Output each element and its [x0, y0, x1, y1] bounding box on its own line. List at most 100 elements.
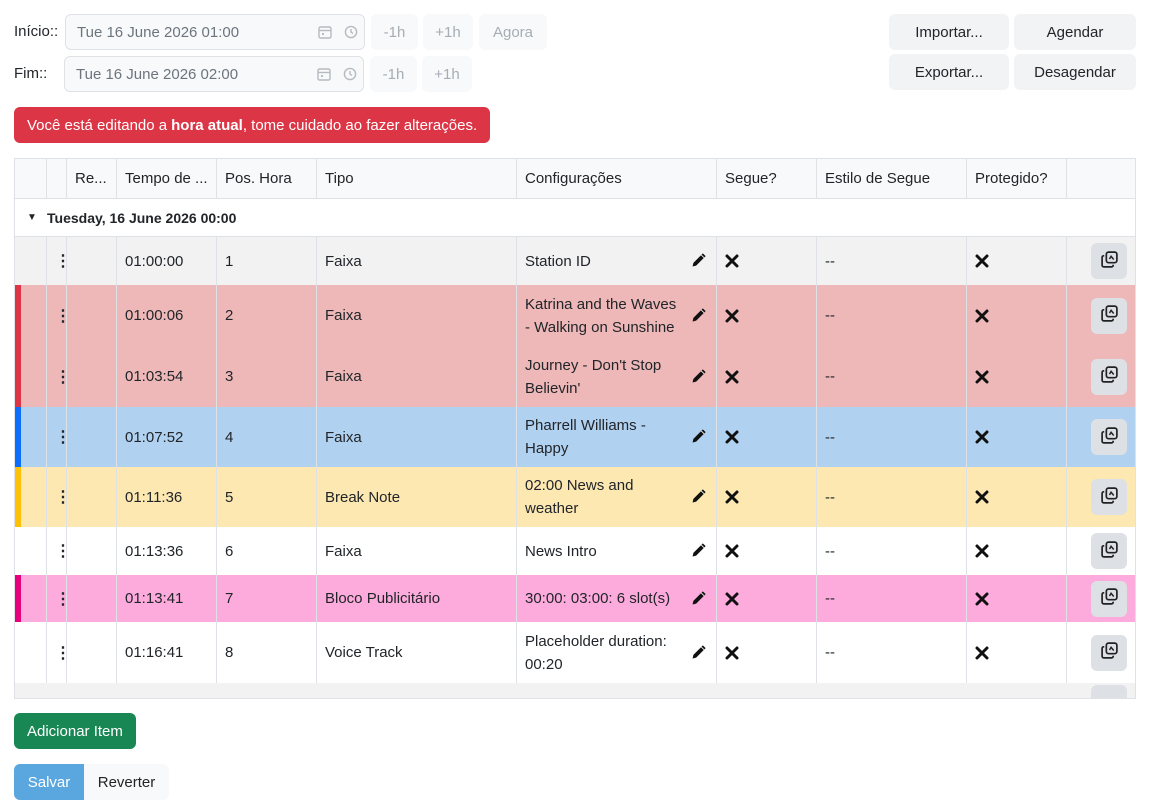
pos-cell-text: 2 [225, 307, 234, 324]
follow-style-cell: -- [817, 407, 967, 467]
row-select-cell[interactable] [15, 527, 47, 575]
row-select-cell[interactable] [15, 407, 47, 467]
pencil-icon[interactable] [690, 428, 708, 446]
header-configuracoes[interactable]: Configurações [517, 159, 717, 198]
protected-cell [967, 285, 1067, 346]
header-re[interactable]: Re... [67, 159, 117, 198]
start-minus-1h-button[interactable]: -1h [371, 14, 418, 50]
export-button[interactable]: Exportar... [889, 54, 1009, 90]
x-mark-icon [975, 370, 989, 384]
header-pos-hora[interactable]: Pos. Hora [217, 159, 317, 198]
pencil-icon[interactable] [690, 368, 708, 386]
table-row[interactable]: ⋮. 01:11:36 5 Break Note 02:00 News and weat… [15, 467, 1135, 527]
revert-button[interactable]: Reverter [84, 764, 169, 800]
drag-handle-cell[interactable]: ⋮. [47, 285, 67, 346]
time-cell-text: 01:16:41 [125, 644, 184, 661]
table-row[interactable]: ⋮. 01:07:52 4 Faixa Pharrell Williams - Happ… [15, 407, 1135, 467]
x-mark-icon [725, 544, 739, 558]
header-protegido[interactable]: Protegido? [967, 159, 1067, 198]
drag-handle-icon[interactable]: ⋮. [55, 306, 66, 326]
copy-button[interactable] [1091, 243, 1127, 279]
protected-cell [967, 467, 1067, 527]
calendar-icon[interactable] [312, 25, 338, 39]
drag-handle-icon[interactable]: ⋮. [55, 251, 66, 271]
follow-style-cell: -- [817, 346, 967, 407]
table-row[interactable] [15, 683, 1135, 698]
drag-handle-cell[interactable]: ⋮. [47, 575, 67, 622]
pos-cell-text: 5 [225, 488, 234, 506]
unschedule-button[interactable]: Desagendar [1014, 54, 1136, 90]
drag-handle-icon[interactable]: ⋮. [55, 427, 66, 447]
config-cell: Station ID [517, 237, 717, 285]
copy-button[interactable] [1091, 297, 1127, 334]
clock-icon[interactable] [337, 67, 363, 81]
table-row[interactable]: ⋮. 01:13:41 7 Bloco Publicitário 30:00: 03:0… [15, 575, 1135, 622]
pencil-icon[interactable] [690, 252, 708, 270]
type-cell-text: Faixa [325, 428, 362, 446]
copy-button[interactable] [1091, 419, 1127, 455]
end-plus-1h-button[interactable]: +1h [422, 56, 472, 92]
copy-button[interactable] [1091, 479, 1127, 515]
pencil-icon[interactable] [690, 644, 708, 662]
drag-handle-cell[interactable]: ⋮. [47, 407, 67, 467]
calendar-icon[interactable] [311, 67, 337, 81]
clock-icon[interactable] [338, 25, 364, 39]
config-cell: Katrina and the Waves - Walking on Sunsh… [517, 285, 717, 346]
copy-button[interactable] [1091, 358, 1127, 395]
time-cell: 01:13:41 [117, 575, 217, 622]
start-plus-1h-button[interactable]: +1h [423, 14, 473, 50]
start-datetime-input[interactable]: Tue 16 June 2026 01:00 [65, 14, 365, 50]
drag-handle-cell[interactable]: ⋮. [47, 467, 67, 527]
config-cell-text: News Intro [525, 542, 597, 560]
type-cell-text: Faixa [325, 307, 362, 324]
end-datetime-input[interactable]: Tue 16 June 2026 02:00 [64, 56, 364, 92]
drag-handle-cell[interactable]: ⋮. [47, 346, 67, 407]
copy-button[interactable] [1091, 580, 1127, 617]
pencil-icon[interactable] [690, 590, 708, 608]
pencil-icon[interactable] [690, 488, 708, 506]
schedule-button[interactable]: Agendar [1014, 14, 1136, 50]
copy-button[interactable] [1091, 634, 1127, 671]
copy-button[interactable] [1091, 685, 1127, 698]
table-row[interactable]: ⋮. 01:00:06 2 Faixa Katrina and the Waves - … [15, 285, 1135, 346]
import-button[interactable]: Importar... [889, 14, 1009, 50]
row-select-cell[interactable] [15, 285, 47, 346]
drag-handle-icon[interactable]: ⋮. [55, 541, 66, 561]
drag-handle-icon[interactable]: ⋮. [55, 643, 66, 663]
table-row[interactable]: ⋮. 01:03:54 3 Faixa Journey - Don't Stop Bel… [15, 346, 1135, 407]
pencil-icon[interactable] [690, 542, 708, 560]
now-button[interactable]: Agora [479, 14, 547, 50]
save-button[interactable]: Salvar [14, 764, 84, 800]
copy-icon [1100, 486, 1119, 509]
row-select-cell[interactable] [15, 575, 47, 622]
drag-handle-cell[interactable]: ⋮. [47, 237, 67, 285]
drag-handle-icon[interactable]: ⋮. [55, 589, 66, 609]
follow-cell [717, 527, 817, 575]
drag-handle-icon[interactable]: ⋮. [55, 367, 66, 387]
drag-handle-cell[interactable]: ⋮. [47, 622, 67, 683]
drag-handle-cell[interactable]: ⋮. [47, 527, 67, 575]
row-select-cell[interactable] [15, 467, 47, 527]
header-blank-2 [47, 159, 67, 198]
table-row[interactable]: ⋮. 01:00:00 1 Faixa Station ID -- [15, 237, 1135, 285]
row-select-cell[interactable] [15, 622, 47, 683]
header-estilo-segue[interactable]: Estilo de Segue [817, 159, 967, 198]
header-tempo[interactable]: Tempo de ... [117, 159, 217, 198]
group-header[interactable]: ▼ Tuesday, 16 June 2026 00:00 [15, 199, 1135, 237]
row-select-cell[interactable] [15, 237, 47, 285]
row-select-cell[interactable] [15, 346, 47, 407]
drag-handle-icon[interactable]: ⋮. [55, 487, 66, 507]
pencil-icon[interactable] [690, 307, 708, 325]
pos-cell: 8 [217, 622, 317, 683]
follow-style-cell: -- [817, 575, 967, 622]
table-row[interactable]: ⋮. 01:16:41 8 Voice Track Placeholder durati… [15, 622, 1135, 683]
collapse-triangle-icon[interactable]: ▼ [27, 212, 47, 223]
header-tipo[interactable]: Tipo [317, 159, 517, 198]
config-cell: Placeholder duration: 00:20 [517, 622, 717, 683]
follow-cell [717, 467, 817, 527]
add-item-button[interactable]: Adicionar Item [14, 713, 136, 749]
copy-button[interactable] [1091, 533, 1127, 569]
table-row[interactable]: ⋮. 01:13:36 6 Faixa News Intro -- [15, 527, 1135, 575]
header-segue[interactable]: Segue? [717, 159, 817, 198]
end-minus-1h-button[interactable]: -1h [370, 56, 417, 92]
